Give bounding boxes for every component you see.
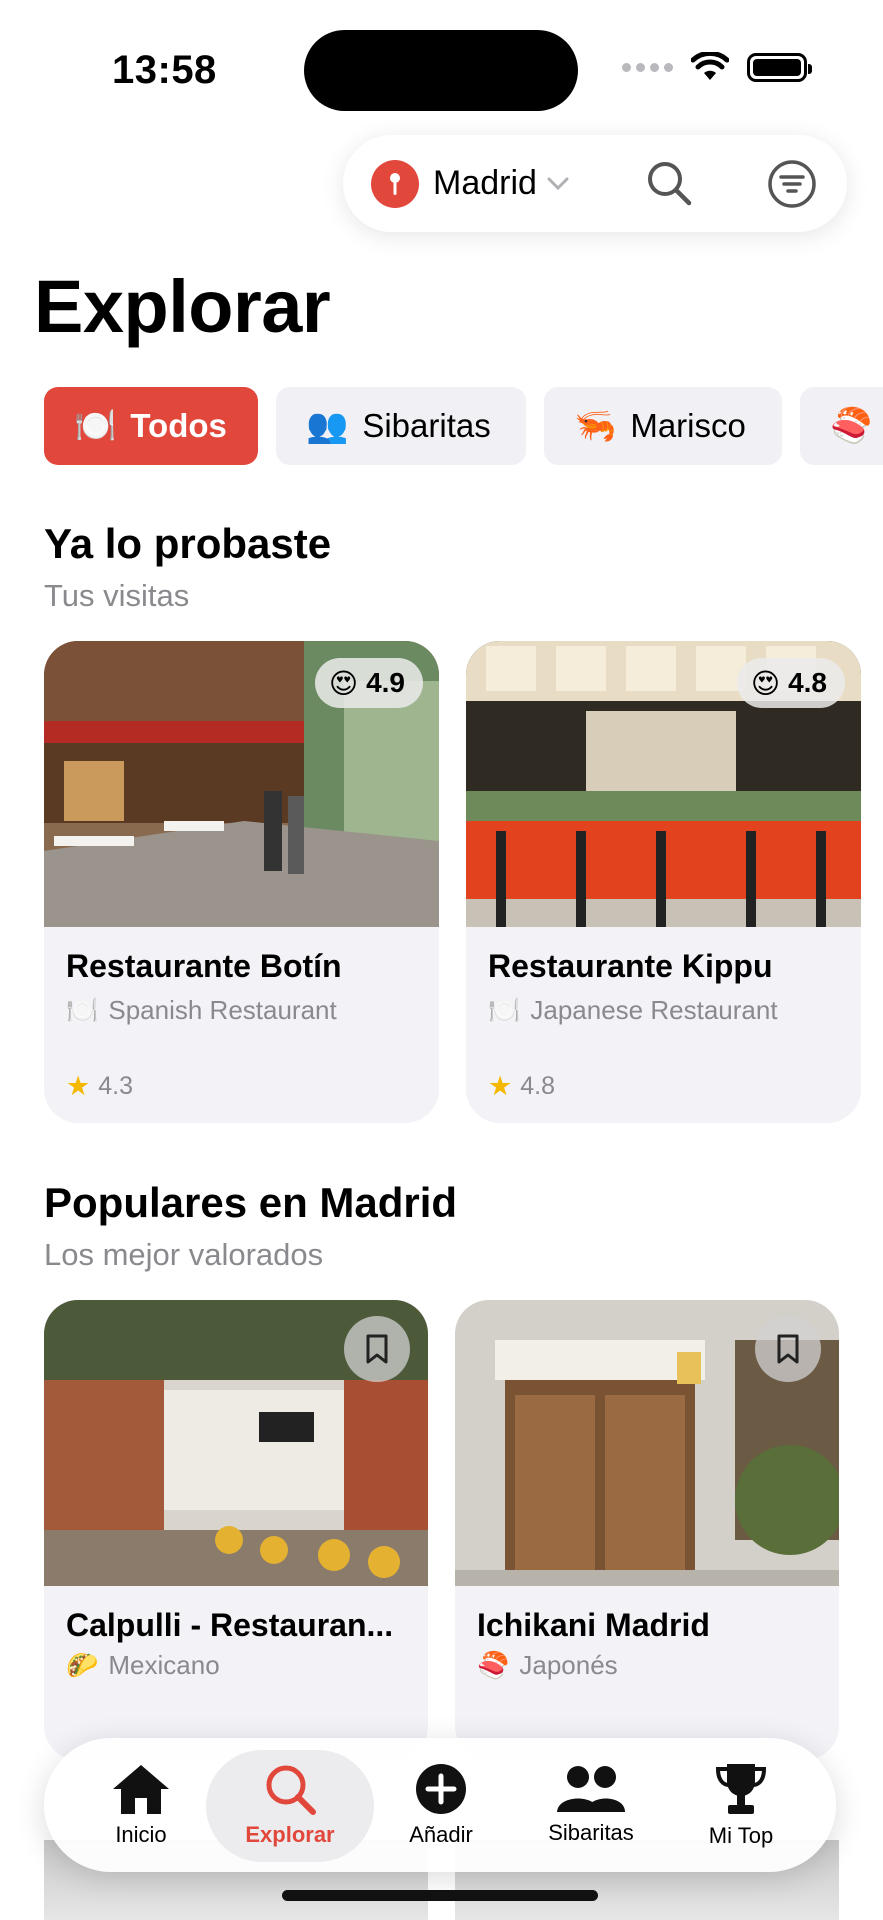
battery-icon [747, 52, 812, 82]
restaurant-rating: ★ 4.3 [66, 1071, 133, 1102]
personal-score: 4.8 [788, 667, 827, 698]
category-label: Japonés [519, 1650, 618, 1680]
status-icons [622, 52, 812, 82]
star-icon: ★ [66, 1071, 91, 1101]
tab-label: Inicio [115, 1822, 167, 1847]
section-title-popular: Populares en Madrid [44, 1179, 458, 1226]
heart-eyes-icon: 😍 [750, 667, 781, 699]
sushi-icon: 🍣 [477, 1650, 510, 1680]
restaurant-name: Ichikani Madrid [477, 1607, 710, 1643]
category-label: Japanese Restaurant [530, 995, 778, 1025]
search-icon [266, 1765, 316, 1815]
city-selector[interactable]: Madrid [433, 164, 537, 203]
tab-label: Sibaritas [548, 1820, 634, 1845]
plate-icon: 🍽️ [74, 407, 117, 445]
restaurant-name: Restaurante Botín [66, 948, 342, 984]
restaurant-rating: ★ 4.8 [488, 1071, 555, 1102]
category-label: Mexicano [108, 1650, 220, 1680]
page-title: Explorar [34, 265, 331, 348]
dynamic-island [304, 30, 578, 111]
restaurant-name: Restaurante Kippu [488, 948, 773, 984]
rating-value: 4.3 [98, 1072, 133, 1100]
wifi-icon [691, 52, 729, 80]
restaurant-category: 🍣 Japonés [477, 1650, 618, 1681]
plate-icon: 🍽️ [66, 995, 99, 1025]
filter-icon[interactable] [767, 159, 817, 209]
trophy-icon [715, 1764, 767, 1814]
tab-inicio[interactable]: Inicio [66, 1738, 216, 1872]
restaurant-card-kippu[interactable]: 😍 4.8 Restaurante Kippu 🍽️ Japanese Rest… [466, 641, 861, 1123]
category-chips: 🍽️ Todos 👥 Sibaritas 🦐 Marisco 🍣 [44, 387, 883, 465]
people-icon [557, 1766, 625, 1812]
map-pin-icon[interactable] [371, 159, 419, 208]
personal-score-badge: 😍 4.9 [314, 658, 423, 708]
restaurant-category: 🍽️ Japanese Restaurant [488, 995, 778, 1026]
tab-label: Explorar [245, 1822, 335, 1847]
section-subtitle-visited: Tus visitas [44, 578, 190, 613]
chip-marisco[interactable]: 🦐 Marisco [544, 387, 782, 465]
category-label: Spanish Restaurant [108, 995, 337, 1025]
restaurant-category: 🍽️ Spanish Restaurant [66, 995, 337, 1026]
taco-icon: 🌮 [66, 1650, 99, 1680]
shrimp-icon: 🦐 [574, 407, 617, 445]
restaurant-card-botin[interactable]: 😍 4.9 Restaurante Botín 🍽️ Spanish Resta… [44, 641, 439, 1123]
restaurant-name: Calpulli - Restauran... [66, 1607, 394, 1643]
tab-bar: Inicio Explorar Añadir Sibaritas Mi Top [44, 1738, 836, 1872]
top-controls: Madrid [343, 135, 847, 232]
home-indicator [282, 1890, 598, 1901]
chip-label: Todos [130, 407, 227, 444]
search-icon[interactable] [645, 159, 693, 207]
sushi-icon: 🍣 [830, 407, 873, 445]
tab-explorar[interactable]: Explorar [215, 1738, 365, 1872]
personal-score-badge: 😍 4.8 [736, 658, 845, 708]
chevron-down-icon[interactable] [547, 177, 569, 191]
plus-circle-icon [416, 1764, 466, 1814]
tab-sibaritas[interactable]: Sibaritas [516, 1738, 666, 1872]
chip-label: Sibaritas [362, 407, 491, 444]
bookmark-icon [777, 1334, 799, 1364]
cellular-signal-icon [622, 62, 673, 72]
bookmark-button[interactable] [755, 1316, 821, 1382]
plate-icon: 🍽️ [488, 995, 521, 1025]
heart-eyes-icon: 😍 [328, 667, 359, 699]
restaurant-card-calpulli[interactable]: Calpulli - Restauran... 🌮 Mexicano [44, 1300, 428, 1760]
section-title-visited: Ya lo probaste [44, 520, 332, 567]
status-time: 13:58 [112, 48, 217, 92]
bookmark-button[interactable] [344, 1316, 410, 1382]
bookmark-icon [366, 1334, 388, 1364]
people-icon: 👥 [306, 407, 349, 445]
chip-sibaritas[interactable]: 👥 Sibaritas [276, 387, 526, 465]
tab-label: Añadir [409, 1822, 473, 1847]
home-icon [113, 1765, 169, 1814]
tab-mi-top[interactable]: Mi Top [666, 1738, 816, 1872]
restaurant-card-ichikani[interactable]: Ichikani Madrid 🍣 Japonés [455, 1300, 839, 1760]
chip-label: Marisco [630, 407, 746, 444]
rating-value: 4.8 [520, 1072, 555, 1100]
tab-anadir[interactable]: Añadir [366, 1738, 516, 1872]
restaurant-category: 🌮 Mexicano [66, 1650, 220, 1681]
star-icon: ★ [488, 1071, 513, 1101]
chip-todos[interactable]: 🍽️ Todos [44, 387, 258, 465]
section-subtitle-popular: Los mejor valorados [44, 1237, 324, 1272]
personal-score: 4.9 [366, 667, 405, 698]
chip-sushi[interactable]: 🍣 [800, 387, 883, 465]
tab-label: Mi Top [708, 1823, 774, 1848]
